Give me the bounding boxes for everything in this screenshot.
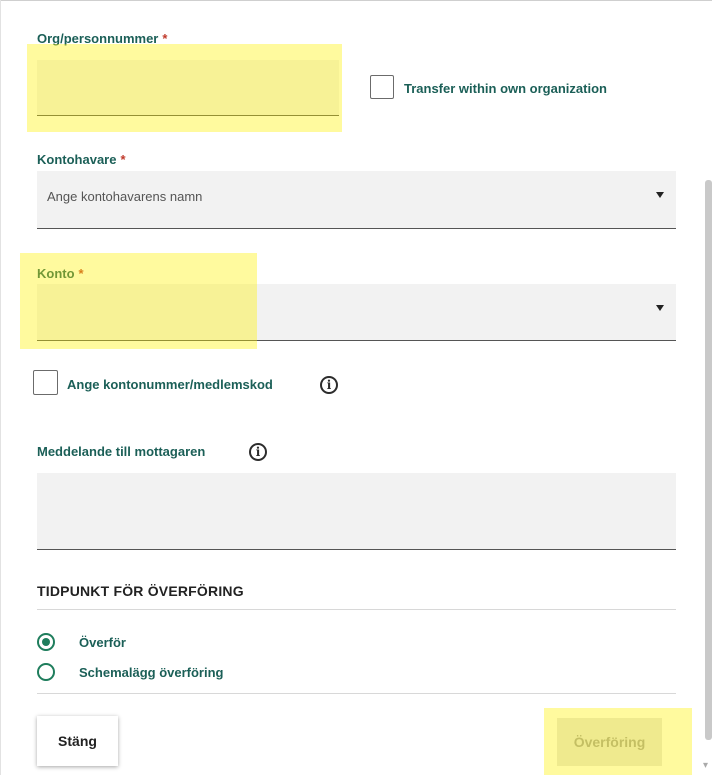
dialog-top-border	[0, 0, 712, 1]
transfer-button-highlight	[544, 708, 692, 775]
scroll-down-arrow-icon[interactable]: ▾	[703, 760, 708, 771]
account-holder-placeholder: Ange kontohavarens namn	[47, 189, 203, 204]
account-highlight	[20, 253, 257, 349]
radio-schedule-transfer[interactable]	[37, 663, 55, 681]
chevron-down-icon	[656, 192, 664, 198]
radio-transfer-now-label[interactable]: Överför	[79, 635, 126, 650]
radio-schedule-transfer-label[interactable]: Schemalägg överföring	[79, 665, 223, 680]
enter-account-number-label[interactable]: Ange kontonummer/medlemskod	[67, 377, 273, 392]
account-holder-select[interactable]: Ange kontohavarens namn	[37, 171, 676, 229]
vertical-scrollbar[interactable]	[705, 180, 712, 740]
dialog-left-border	[0, 0, 1, 775]
org-number-highlight	[27, 44, 342, 132]
info-icon[interactable]: i	[249, 443, 267, 461]
required-mark: *	[120, 152, 126, 167]
message-textarea[interactable]	[37, 473, 676, 550]
account-holder-label-text: Kontohavare	[37, 152, 117, 167]
chevron-down-icon	[656, 305, 664, 311]
section-divider	[37, 693, 676, 694]
account-holder-label: Kontohavare *	[37, 152, 126, 167]
transfer-own-org-checkbox[interactable]	[370, 75, 394, 99]
transfer-own-org-label[interactable]: Transfer within own organization	[404, 81, 607, 96]
section-divider	[37, 609, 676, 610]
enter-account-number-checkbox[interactable]	[33, 370, 58, 395]
close-button[interactable]: Stäng	[37, 716, 118, 766]
message-label: Meddelande till mottagaren	[37, 444, 206, 459]
radio-transfer-now[interactable]	[37, 633, 55, 651]
transfer-timing-title: TIDPUNKT FÖR ÖVERFÖRING	[37, 583, 244, 599]
info-icon[interactable]: i	[320, 376, 338, 394]
